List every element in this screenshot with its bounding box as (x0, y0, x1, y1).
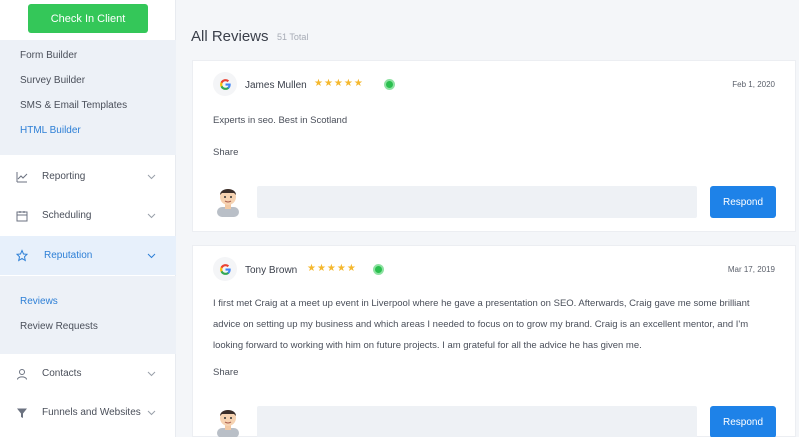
check-in-client-button[interactable]: Check In Client (28, 4, 148, 33)
chevron-down-icon (146, 369, 156, 379)
sidebar-item-reviews[interactable]: Reviews (20, 296, 58, 307)
review-card: Tony Brown ★★★★★ Mar 17, 2019 I first me… (192, 245, 796, 437)
page-title: All Reviews (191, 28, 269, 45)
chevron-down-icon (146, 211, 156, 221)
sidebar-item-survey-builder[interactable]: Survey Builder (20, 75, 85, 86)
review-date: Mar 17, 2019 (727, 265, 775, 274)
respond-button[interactable]: Respond (710, 186, 776, 218)
star-icon (16, 249, 28, 262)
reviewer-name: James Mullen (245, 80, 307, 91)
sidebar-item-review-requests[interactable]: Review Requests (20, 321, 98, 332)
star-rating: ★★★★★ (307, 263, 357, 274)
avatar (213, 183, 243, 217)
sidebar-item-form-builder[interactable]: Form Builder (20, 50, 77, 61)
sidebar-item-contacts[interactable]: Contacts (0, 354, 176, 393)
builders-submenu: Form Builder Survey Builder SMS & Email … (0, 40, 176, 155)
sidebar-item-label: Reporting (42, 171, 86, 182)
chevron-down-icon (146, 408, 156, 418)
sidebar-item-label: Scheduling (42, 210, 92, 221)
chart-icon (16, 171, 28, 183)
review-card: James Mullen ★★★★★ Feb 1, 2020 Experts i… (192, 60, 796, 232)
response-input[interactable] (257, 406, 697, 437)
reviewer-name: Tony Brown (245, 265, 298, 276)
google-icon (213, 72, 237, 96)
chevron-down-icon (146, 172, 156, 182)
response-input[interactable] (257, 186, 697, 218)
share-link[interactable]: Share (213, 367, 238, 378)
review-text: I first met Craig at a meet up event in … (213, 298, 750, 351)
chevron-down-icon (146, 251, 156, 261)
review-text: Experts in seo. Best in Scotland (213, 115, 348, 126)
funnel-icon (16, 407, 28, 419)
user-icon (16, 368, 28, 380)
sidebar-item-label: Contacts (42, 368, 82, 379)
sidebar-item-scheduling[interactable]: Scheduling (0, 196, 176, 235)
star-rating: ★★★★★ (314, 78, 364, 89)
sidebar-item-label: Funnels and Websites (42, 407, 141, 418)
avatar (213, 404, 243, 437)
review-count: 51 Total (277, 32, 309, 42)
respond-button[interactable]: Respond (710, 406, 776, 437)
calendar-icon (16, 210, 28, 222)
sidebar-item-sms-email-templates[interactable]: SMS & Email Templates (20, 100, 127, 111)
reputation-submenu: Reviews Review Requests (0, 276, 176, 354)
sidebar-item-reporting[interactable]: Reporting (0, 157, 176, 196)
sidebar-item-html-builder[interactable]: HTML Builder (20, 125, 81, 136)
sidebar-item-reputation[interactable]: Reputation (0, 236, 176, 275)
sidebar-item-label: Reputation (44, 250, 93, 261)
status-dot (384, 79, 395, 90)
share-link[interactable]: Share (213, 147, 238, 158)
sidebar: Check In Client Form Builder Survey Buil… (0, 0, 176, 437)
review-date: Feb 1, 2020 (732, 80, 775, 89)
sidebar-item-funnels-and-websites[interactable]: Funnels and Websites (0, 393, 176, 432)
status-dot (373, 264, 384, 275)
google-icon (213, 257, 237, 281)
